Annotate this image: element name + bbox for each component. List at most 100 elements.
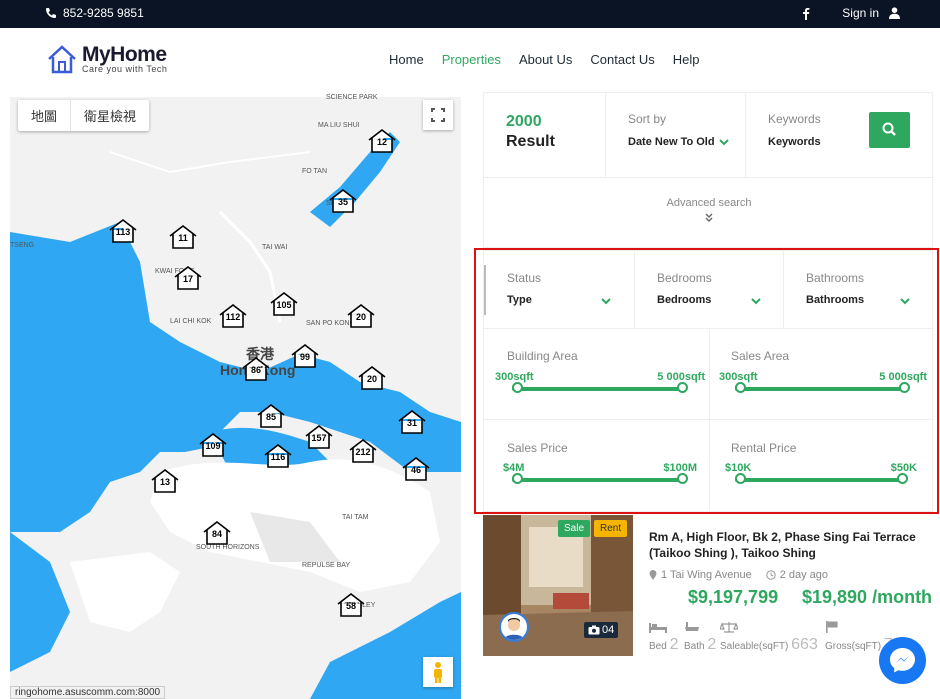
- advanced-search-toggle[interactable]: Advanced search: [484, 197, 934, 226]
- clock-icon: [766, 570, 776, 580]
- map-marker[interactable]: 157: [304, 424, 334, 450]
- highlight-box: [474, 248, 939, 514]
- rent-badge: Rent: [594, 520, 628, 537]
- map-marker[interactable]: 85: [256, 403, 286, 429]
- map-place: TSENG: [10, 242, 35, 249]
- scale-icon: [719, 622, 739, 633]
- sale-badge: Sale: [558, 520, 591, 537]
- messenger-icon: [890, 648, 915, 673]
- divider: [745, 93, 746, 178]
- map-place: SCIENCE PARK: [326, 94, 378, 101]
- map-marker[interactable]: 116: [263, 443, 293, 469]
- map-marker[interactable]: 20: [357, 365, 387, 391]
- flag-icon: [826, 621, 838, 633]
- bed-value: 2: [669, 636, 679, 653]
- fullscreen-icon: [431, 108, 445, 122]
- bed-fact: Bed 2: [649, 621, 684, 654]
- map-marker[interactable]: 13: [150, 468, 180, 494]
- bed-icon: [649, 623, 667, 633]
- result-count: 2000: [506, 113, 542, 130]
- map-marker[interactable]: 105: [269, 291, 299, 317]
- result-label: Result: [506, 133, 555, 150]
- listing-photo[interactable]: Sale Rent 04: [483, 515, 633, 656]
- nav-about-us[interactable]: About Us: [519, 52, 572, 67]
- map-type-map-button[interactable]: 地圖: [18, 100, 72, 131]
- house-logo-icon: [48, 45, 76, 74]
- phone-icon: [46, 8, 56, 18]
- nav-contact-us[interactable]: Contact Us: [590, 52, 654, 67]
- phone-number: 852-9285 9851: [63, 6, 144, 20]
- map-marker[interactable]: 99: [290, 343, 320, 369]
- street-view-pegman[interactable]: [423, 657, 453, 687]
- map-marker[interactable]: 11: [168, 224, 198, 250]
- saleable-label: Saleable(sqFT): [720, 641, 789, 652]
- bed-label: Bed: [649, 641, 667, 652]
- signin-link[interactable]: Sign in: [842, 6, 879, 20]
- advanced-search-label: Advanced search: [666, 197, 752, 209]
- agent-avatar[interactable]: [499, 612, 529, 642]
- main-nav: Home Properties About Us Contact Us Help: [389, 52, 699, 67]
- map-type-control: 地圖 衛星檢視: [18, 100, 150, 131]
- user-icon[interactable]: [889, 7, 900, 19]
- listing-time: 2 day ago: [779, 569, 829, 581]
- pegman-icon: [434, 662, 442, 683]
- map-place: MA LIU SHUI: [318, 122, 360, 129]
- map-marker[interactable]: 112: [218, 303, 248, 329]
- map-marker[interactable]: 31: [397, 409, 427, 435]
- phone-contact[interactable]: 852-9285 9851: [45, 6, 144, 20]
- map-type-satellite-button[interactable]: 衛星檢視: [71, 100, 149, 131]
- logo[interactable]: MyHome Care you with Tech: [46, 44, 167, 74]
- sale-price: $9,197,799: [688, 587, 779, 607]
- fullscreen-button[interactable]: [423, 100, 453, 130]
- sort-value: Date New To Old: [628, 136, 715, 148]
- camera-icon: [588, 625, 600, 635]
- top-bar: 852-9285 9851 Sign in: [0, 0, 940, 28]
- sort-dropdown[interactable]: Sort by Date New To Old: [628, 112, 729, 148]
- map-marker[interactable]: 17: [173, 265, 203, 291]
- messenger-chat-button[interactable]: [879, 637, 926, 684]
- chevron-down-icon: [718, 139, 729, 146]
- bath-label: Bath: [684, 641, 705, 652]
- search-button[interactable]: [869, 112, 910, 148]
- keywords-field[interactable]: Keywords Keywords: [768, 112, 821, 148]
- map-place: TAI TAM: [342, 514, 369, 521]
- map-marker[interactable]: 86: [241, 356, 271, 382]
- facebook-icon[interactable]: [802, 7, 810, 20]
- brand-tagline: Care you with Tech: [82, 64, 168, 74]
- map-marker[interactable]: 58: [336, 592, 366, 618]
- bath-value: 2: [707, 636, 717, 653]
- map-background: [10, 92, 461, 699]
- listing-meta: 1 Tai Wing Avenue 2 day ago: [649, 569, 828, 581]
- saleable-area-fact: Saleable(sqFT) 663: [719, 621, 825, 654]
- listing-facts: Bed 2 Bath 2 Saleable(sqFT) 663 Gross(sq…: [649, 621, 895, 654]
- site-header: MyHome Care you with Tech Home Propertie…: [0, 28, 940, 90]
- map-marker[interactable]: 20: [346, 303, 376, 329]
- photo-count[interactable]: 04: [584, 622, 619, 638]
- nav-help[interactable]: Help: [673, 52, 700, 67]
- location-pin-icon: [649, 570, 657, 580]
- divider: [605, 93, 606, 178]
- map-marker[interactable]: 84: [202, 520, 232, 546]
- map-marker[interactable]: 212: [348, 438, 378, 464]
- keywords-input[interactable]: Keywords: [768, 136, 821, 148]
- search-summary-panel: 2000 Result Sort by Date New To Old Keyw…: [483, 92, 934, 248]
- nav-properties[interactable]: Properties: [442, 52, 501, 67]
- brand-name: MyHome: [82, 43, 167, 66]
- listing-card[interactable]: Sale Rent 04 Rm A, High Floor, Bk 2, Pha…: [483, 513, 933, 699]
- map-marker[interactable]: 12: [367, 128, 397, 154]
- listing-title[interactable]: Rm A, High Floor, Bk 2, Phase Sing Fai T…: [649, 529, 921, 561]
- map-marker[interactable]: 46: [401, 456, 431, 482]
- map-marker[interactable]: 35: [328, 188, 358, 214]
- map-marker[interactable]: 113: [108, 218, 138, 244]
- double-chevron-down-icon: [705, 213, 713, 222]
- map-place: REPULSE BAY: [302, 562, 351, 569]
- divider: [484, 177, 934, 178]
- rent-price: $19,890 /month: [802, 587, 933, 607]
- keywords-label: Keywords: [768, 112, 821, 126]
- map-marker[interactable]: 109: [198, 432, 228, 458]
- nav-home[interactable]: Home: [389, 52, 424, 67]
- agent-face-icon: [504, 618, 524, 640]
- gross-label: Gross(sqFT): [825, 641, 882, 652]
- saleable-value: 663: [791, 636, 818, 653]
- property-map[interactable]: 地圖 衛星檢視 香港 Hong Kong SCIENCE PARK MA LIU…: [10, 92, 461, 699]
